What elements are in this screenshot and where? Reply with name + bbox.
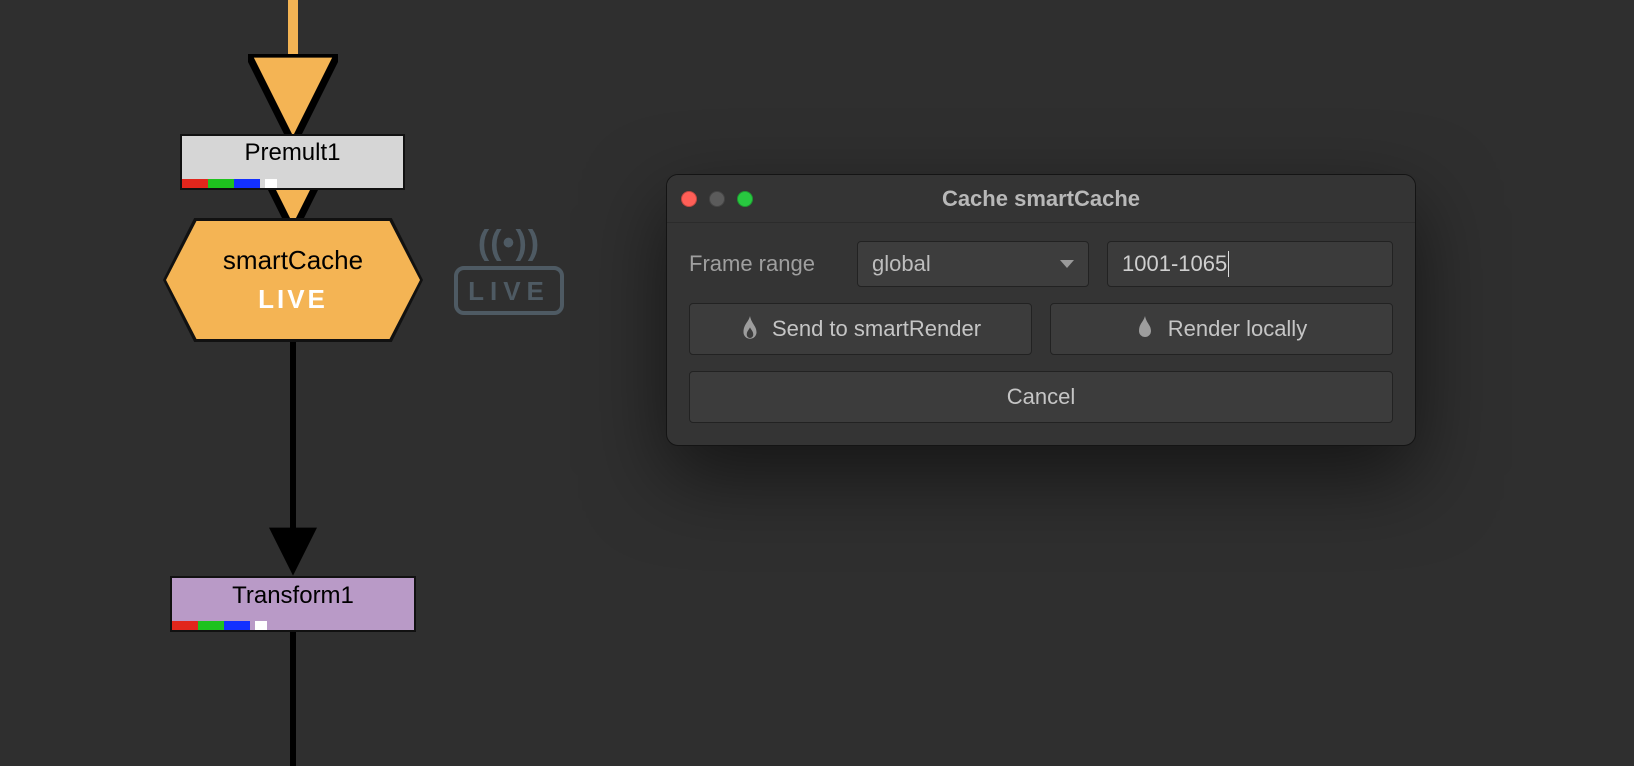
node-transform[interactable]: Transform1 (170, 576, 416, 632)
node-transform-label: Transform1 (172, 578, 414, 610)
frame-range-mode-value: global (872, 251, 931, 277)
node-smartcache[interactable]: smartCache LIVE (163, 218, 423, 342)
cancel-button-label: Cancel (1007, 384, 1075, 410)
frame-range-value: 1001-1065 (1122, 251, 1227, 277)
text-cursor (1228, 251, 1229, 277)
node-smartcache-label: smartCache (223, 245, 363, 276)
send-to-smartrender-button[interactable]: Send to smartRender (689, 303, 1032, 355)
frame-range-input[interactable]: 1001-1065 (1107, 241, 1393, 287)
send-button-label: Send to smartRender (772, 316, 981, 342)
broadcast-icon: ((•)) (454, 226, 564, 260)
flame-icon (1136, 316, 1156, 342)
frame-range-row: Frame range global 1001-1065 (689, 241, 1393, 287)
render-button-label: Render locally (1168, 316, 1307, 342)
node-smartcache-text: smartCache LIVE (163, 218, 423, 342)
node-smartcache-status: LIVE (258, 284, 328, 315)
dialog-body: Frame range global 1001-1065 Send to sma… (667, 223, 1415, 445)
node-premult[interactable]: Premult1 (180, 134, 405, 190)
live-indicator-text: LIVE (454, 266, 564, 315)
render-locally-button[interactable]: Render locally (1050, 303, 1393, 355)
channel-strip (172, 621, 267, 630)
action-buttons-row: Send to smartRender Render locally (689, 303, 1393, 355)
window-controls (681, 191, 753, 207)
cancel-button[interactable]: Cancel (689, 371, 1393, 423)
node-premult-label: Premult1 (182, 136, 403, 165)
window-close-button[interactable] (681, 191, 697, 207)
cache-dialog: Cache smartCache Frame range global 1001… (666, 174, 1416, 446)
window-zoom-button[interactable] (737, 191, 753, 207)
live-indicator: ((•)) LIVE (454, 226, 564, 315)
window-minimize-button[interactable] (709, 191, 725, 207)
frame-range-label: Frame range (689, 251, 839, 277)
dialog-title: Cache smartCache (667, 186, 1415, 212)
frame-range-mode-select[interactable]: global (857, 241, 1089, 287)
chevron-down-icon (1060, 260, 1074, 268)
cancel-row: Cancel (689, 371, 1393, 423)
dialog-titlebar[interactable]: Cache smartCache (667, 175, 1415, 223)
channel-strip (182, 179, 277, 188)
flame-icon (740, 316, 760, 342)
